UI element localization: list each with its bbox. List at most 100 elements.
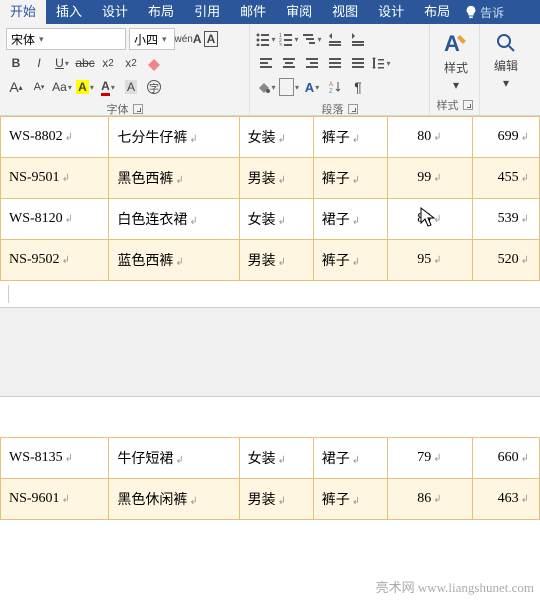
strikethrough-button[interactable]: abc [75, 53, 95, 73]
table-cell[interactable]: 86↲ [387, 479, 472, 520]
align-right-button[interactable] [302, 53, 322, 73]
table-cell[interactable]: 裤子↲ [313, 240, 387, 281]
tab-table-layout[interactable]: 布局 [414, 0, 460, 24]
distributed-button[interactable] [348, 53, 368, 73]
table-cell[interactable]: 女装↲ [239, 199, 313, 240]
grow-font-button[interactable]: A▴ [6, 77, 26, 97]
font-size-select[interactable]: 小四▾ [129, 28, 175, 50]
table-cell[interactable]: 男装↲ [239, 240, 313, 281]
table-cell[interactable]: WS-8120↲ [1, 199, 109, 240]
tell-me[interactable]: 告诉 [460, 0, 508, 24]
underline-button[interactable]: U▾ [52, 53, 72, 73]
tab-view[interactable]: 视图 [322, 0, 368, 24]
tab-layout[interactable]: 布局 [138, 0, 184, 24]
font-dialog-launcher[interactable] [133, 104, 143, 114]
tab-insert[interactable]: 插入 [46, 0, 92, 24]
group-font-label: 字体 [107, 101, 129, 117]
editing-button[interactable]: 编辑▾ [486, 27, 526, 93]
tab-references[interactable]: 引用 [184, 0, 230, 24]
table-cell[interactable]: 539↲ [472, 199, 539, 240]
sort-icon: AZ [328, 80, 342, 94]
tab-home[interactable]: 开始 [0, 0, 46, 24]
table-cell[interactable]: 女装↲ [239, 438, 313, 479]
line-spacing-icon [371, 56, 385, 70]
table-cell[interactable]: 裤子↲ [313, 479, 387, 520]
table-cell[interactable]: WS-8135↲ [1, 438, 109, 479]
table-cell[interactable]: 79↲ [387, 438, 472, 479]
font-color-button[interactable]: A▾ [98, 77, 118, 97]
table-cell[interactable]: NS-9501↲ [1, 158, 109, 199]
subscript-button[interactable]: x2 [98, 53, 118, 73]
italic-button[interactable]: I [29, 53, 49, 73]
table-cell[interactable]: WS-8802↲ [1, 117, 109, 158]
line-spacing-button[interactable]: ▾ [371, 53, 391, 73]
shrink-font-button[interactable]: A▾ [29, 77, 49, 97]
table-cell[interactable]: NS-9601↲ [1, 479, 109, 520]
table-cell[interactable]: 黑色西裤↲ [109, 158, 239, 199]
justify-button[interactable] [325, 53, 345, 73]
multilevel-list-button[interactable]: ▾ [302, 29, 322, 49]
borders-button[interactable]: ▾ [279, 77, 299, 97]
table-cell[interactable]: 白色连衣裙↲ [109, 199, 239, 240]
page-break-mark [8, 285, 14, 303]
table-cell[interactable]: 520↲ [472, 240, 539, 281]
table-cell[interactable]: 463↲ [472, 479, 539, 520]
text-highlight-button[interactable]: A▾ [75, 77, 95, 97]
increase-indent-button[interactable] [348, 29, 368, 49]
phonetic-guide-button[interactable]: wénA [178, 29, 198, 49]
data-table-2: WS-8135↲牛仔短裙↲女装↲裙子↲79↲660↲ NS-9601↲黑色休闲裤↲… [0, 437, 540, 520]
svg-text:A: A [329, 82, 333, 88]
tab-table-design[interactable]: 设计 [368, 0, 414, 24]
table-cell[interactable]: 80↲ [387, 117, 472, 158]
table-cell[interactable]: 女装↲ [239, 117, 313, 158]
lightbulb-icon [464, 5, 478, 19]
tab-mailings[interactable]: 邮件 [230, 0, 276, 24]
character-border-button[interactable]: A [201, 29, 221, 49]
decrease-indent-button[interactable] [325, 29, 345, 49]
table-cell[interactable]: 660↲ [472, 438, 539, 479]
shading-button[interactable]: ▾ [256, 77, 276, 97]
styles-dialog-launcher[interactable] [463, 100, 473, 110]
ribbon: 宋体▾ 小四▾ wénA A B I U▾ abc x2 x2 A▴ A▾ Aa… [0, 24, 540, 116]
superscript-button[interactable]: x2 [121, 53, 141, 73]
sort-button[interactable]: AZ [325, 77, 345, 97]
paragraph-dialog-launcher[interactable] [348, 104, 358, 114]
ribbon-tabs: 开始 插入 设计 布局 引用 邮件 审阅 视图 设计 布局 告诉 [0, 0, 540, 24]
group-editing-label [486, 111, 524, 115]
table-cell[interactable]: 男装↲ [239, 158, 313, 199]
enclose-characters-button[interactable]: 字 [144, 77, 164, 97]
align-left-button[interactable] [256, 53, 276, 73]
change-case-button[interactable]: Aa▾ [52, 77, 72, 97]
align-center-button[interactable] [279, 53, 299, 73]
bold-button[interactable]: B [6, 53, 26, 73]
tab-review[interactable]: 审阅 [276, 0, 322, 24]
table-cell[interactable]: 455↲ [472, 158, 539, 199]
table-cell[interactable]: 95↲ [387, 240, 472, 281]
clear-formatting-button[interactable] [144, 53, 164, 73]
bullets-button[interactable]: ▾ [256, 29, 276, 49]
table-cell[interactable]: 699↲ [472, 117, 539, 158]
character-shading-button[interactable]: A [121, 77, 141, 97]
table-cell[interactable]: 黑色休闲裤↲ [109, 479, 239, 520]
tab-design[interactable]: 设计 [92, 0, 138, 24]
asian-layout-button[interactable]: A▾ [302, 77, 322, 97]
eraser-icon [146, 55, 162, 71]
table-cell[interactable]: 89↲ [387, 199, 472, 240]
table-cell[interactable]: 裤子↲ [313, 158, 387, 199]
font-name-select[interactable]: 宋体▾ [6, 28, 126, 50]
table-cell[interactable]: 七分牛仔裤↲ [109, 117, 239, 158]
styles-button[interactable]: A 样式▾ [436, 27, 476, 93]
table-cell[interactable]: 男装↲ [239, 479, 313, 520]
align-center-icon [282, 56, 296, 70]
table-cell[interactable]: 蓝色西裤↲ [109, 240, 239, 281]
table-cell[interactable]: 裙子↲ [313, 438, 387, 479]
table-cell[interactable]: 裙子↲ [313, 199, 387, 240]
numbering-button[interactable]: 123▾ [279, 29, 299, 49]
align-left-icon [259, 56, 273, 70]
table-cell[interactable]: 牛仔短裙↲ [109, 438, 239, 479]
styles-icon: A [442, 29, 470, 57]
table-cell[interactable]: NS-9502↲ [1, 240, 109, 281]
show-marks-button[interactable]: ¶ [348, 77, 368, 97]
table-cell[interactable]: 99↲ [387, 158, 472, 199]
table-cell[interactable]: 裤子↲ [313, 117, 387, 158]
